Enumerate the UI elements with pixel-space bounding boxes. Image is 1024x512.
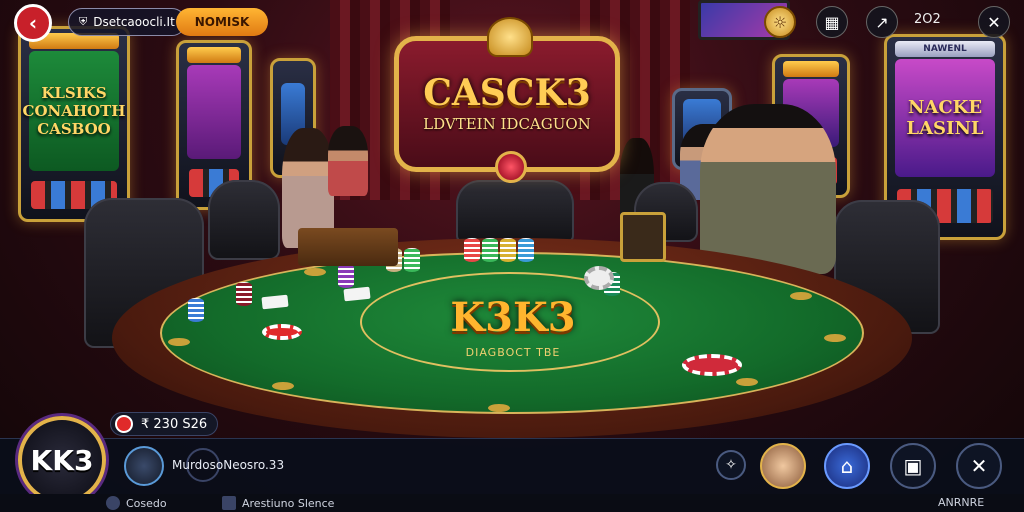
chip-stack [464, 238, 480, 262]
cup-holder [790, 292, 812, 300]
strip-left[interactable]: Cosedo [106, 496, 167, 510]
coin-icon[interactable]: ☼ [764, 6, 796, 38]
tools-icon[interactable]: ✕ [956, 443, 1002, 489]
player-avatar[interactable] [124, 446, 164, 486]
strip-center-label: Arestiuno Slence [242, 496, 335, 510]
card-holder [620, 212, 666, 262]
strip-right-label: ANRNRE [938, 496, 985, 509]
balance-pill[interactable]: ₹ 230 S26 [110, 412, 218, 436]
avatar-button[interactable] [760, 443, 806, 489]
strip-right[interactable]: ANRNRE [938, 496, 984, 509]
gift-icon[interactable]: ▦ [816, 6, 848, 38]
chip [584, 266, 614, 290]
slot-screen [187, 65, 241, 159]
top-right-value: 2O2 [914, 12, 941, 27]
table-logo: K3K3 [450, 293, 576, 341]
share-icon[interactable]: ↗ [866, 6, 898, 38]
player-back [328, 126, 368, 196]
casino-banner: CASCK3 LDVTEIN IDCAGUON [394, 17, 620, 183]
cup-holder [824, 334, 846, 342]
cup-holder [168, 338, 190, 346]
chip-stack [404, 248, 420, 272]
wallet-icon [115, 415, 133, 433]
slot-machine-left: KLSIKS CONAHOTH CASBOO [18, 26, 130, 222]
compass-icon[interactable]: ✧ [716, 450, 746, 480]
title-pill-text: Dsetcaoocli.It [93, 15, 175, 29]
slot-top [783, 61, 839, 77]
chip [682, 354, 742, 376]
dealer-man [700, 104, 836, 274]
chip-stack [338, 264, 354, 288]
chip-stack [236, 282, 252, 306]
cup-holder [304, 268, 326, 276]
chip-tray [298, 228, 398, 266]
chip [262, 324, 302, 340]
back-button[interactable]: ‹ [14, 4, 52, 42]
close-icon[interactable]: ✕ [978, 6, 1010, 38]
banner-subtitle: LDVTEIN IDCAGUON [423, 115, 591, 133]
slot-top [187, 47, 241, 63]
chevron-left-icon: ‹ [28, 11, 38, 35]
slot-top: NAWENL [895, 41, 995, 57]
table-subtitle: DIAGBOCT TBE [465, 346, 561, 359]
cup-holder [736, 378, 758, 386]
chair-center [456, 180, 574, 242]
cup-holder [272, 382, 294, 390]
chip-stack [188, 298, 204, 322]
bank-icon[interactable]: ⌂ [824, 443, 870, 489]
promo-pill[interactable]: NOMISK [176, 8, 268, 36]
shield-icon: ⛨ [79, 15, 88, 28]
shield-icon [106, 496, 120, 510]
player-name: MurdosoNeosro.33 [172, 458, 285, 472]
lock-icon[interactable]: ▣ [890, 443, 936, 489]
strip-center[interactable]: Arestiuno Slence [222, 496, 334, 510]
crest-icon [487, 17, 533, 57]
bottom-strip: Cosedo Arestiuno Slence ANRNRE [0, 494, 1024, 512]
balance-value: ₹ 230 S26 [141, 416, 208, 432]
slot-screen-left: KLSIKS CONAHOTH CASBOO [23, 51, 125, 171]
cup-holder [488, 404, 510, 412]
strip-left-label: Cosedo [126, 496, 167, 510]
chip-stack [500, 238, 516, 262]
title-pill[interactable]: ⛨ Dsetcaoocli.It [68, 8, 186, 36]
chip-stack [482, 238, 498, 262]
bag-icon [222, 496, 236, 510]
chip-stack [518, 238, 534, 262]
slot-screen-right: NACKE LASINL [895, 59, 995, 177]
banner-title: CASCK3 [423, 72, 591, 114]
chair-back-left [208, 180, 280, 260]
game-logo[interactable]: KK3 [18, 416, 106, 504]
gem-icon [495, 151, 527, 183]
